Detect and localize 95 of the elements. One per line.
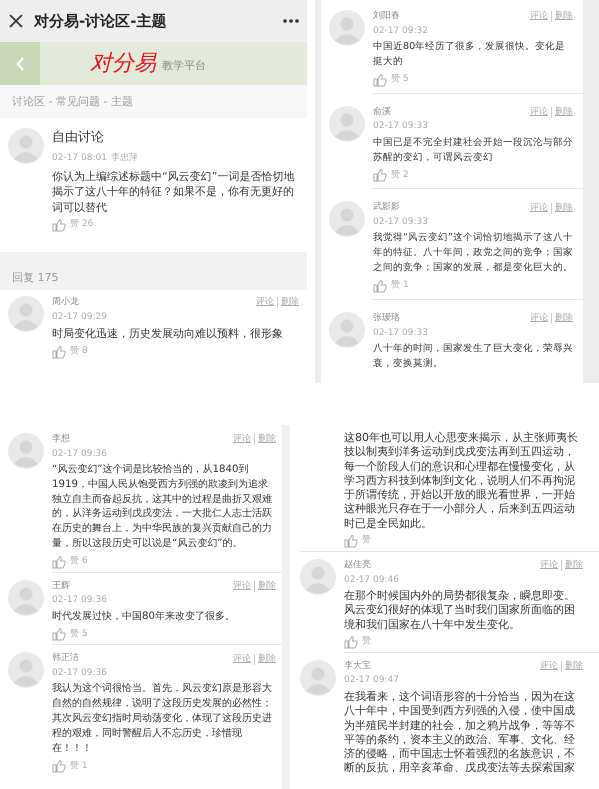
delete-link[interactable]: 删除 (551, 107, 573, 118)
commenter-name: 武影影 (373, 201, 400, 214)
comment-link[interactable]: 评论 (253, 297, 277, 308)
logo-subtitle: 教学平台 (162, 58, 206, 74)
like-count[interactable]: 赞 8 (70, 345, 88, 359)
more-icon[interactable] (283, 19, 299, 23)
comment-link[interactable]: 评论 (527, 107, 551, 118)
commenter-name: 赵佳亮 (344, 559, 371, 572)
avatar (329, 106, 365, 142)
avatar (300, 559, 336, 596)
avatar (300, 660, 336, 696)
comment-time: 02-17 09:47 (344, 674, 400, 688)
avatar (329, 10, 365, 46)
topic-time: 02-17 08:01 (52, 152, 107, 164)
delete-link[interactable]: 删除 (254, 654, 276, 665)
comment-link[interactable]: 评论 (527, 11, 551, 22)
delete-link[interactable]: 删除 (551, 202, 573, 214)
comment-text: 八十年的时间，国家发生了巨大变化，荣辱兴衰，变换莫测。 (373, 342, 573, 371)
comment-time: 02-17 09:33 (373, 216, 429, 229)
comment-link[interactable]: 评论 (230, 581, 254, 592)
topic-text: 你认为上编综述标题中“风云变幻”一词是否恰切地揭示了这八十年的特征？如果不是，你有无更好的词可以替代 (52, 169, 295, 216)
thumbs-up-icon[interactable] (52, 759, 66, 774)
comment-text: 在我看来，这个词语形容的十分恰当，因为在这八十年中，中国受到西方列强的入侵，使中国成为半殖民半封建的社会，加之鸦片战争，等等不平等的条约，资本主义的政治、军事、文化、经济的侵略，而中国志士怀着强烈的名族意识，不断的反抗，用辛亥革命、戊戌变法等去探索国家 (344, 690, 576, 776)
comment-time: 02-17 09:33 (373, 120, 429, 134)
delete-link[interactable]: 删除 (561, 560, 583, 572)
thumbs-up-icon[interactable] (52, 627, 66, 642)
avatar (329, 312, 365, 348)
comment-time: 02-17 09:32 (373, 24, 429, 38)
avatar (8, 433, 44, 469)
avatar (8, 296, 44, 332)
thumbs-up-icon[interactable] (344, 634, 358, 649)
comment-text: 中国近80年经历了很多，发展很快。变化是挺大的 (373, 40, 566, 69)
thumbs-up-icon[interactable] (373, 72, 387, 87)
thumbs-up-icon[interactable] (373, 168, 387, 182)
like-count[interactable]: 赞 5 (391, 72, 409, 86)
delete-link[interactable]: 删除 (277, 297, 299, 308)
thumbs-up-icon[interactable] (373, 279, 387, 294)
delete-link[interactable]: 删除 (254, 434, 276, 446)
back-button[interactable] (0, 42, 40, 85)
thumbs-up-icon[interactable] (52, 344, 66, 359)
delete-link[interactable]: 删除 (254, 581, 276, 592)
delete-link[interactable]: 删除 (551, 313, 573, 324)
comment-link[interactable]: 评论 (230, 434, 254, 446)
comment-link[interactable]: 评论 (527, 202, 551, 214)
comment-text: 我觉得“风云变幻”这个词恰切地揭示了这八十年的特征。八十年间，政党之间的竞争；国家之间的竞争；国家的发展，都是变化巨大的。 (373, 231, 573, 276)
like-count[interactable]: 赞 (362, 534, 371, 548)
avatar (329, 201, 365, 238)
comment-text: 这80年也可以用人心思变来揭示，从主张师夷长技以制夷到洋务运动到戊戌变法再到五四运动，每一个阶段人们的意识和心理都在慢慢变化，从学习西方科技到体制到文化，说明人们不再拘泥于所谓传统，开始以开放的眼光看世界，一开始这种眼光只存在于一小部分人，后来到五四运动时已是全民如此。 (344, 431, 579, 532)
commenter-name: 周小龙 (52, 296, 79, 309)
comment-text: 我认为这个词很恰当。首先，风云变幻原是形容大自然的自然规律，说明了这段历史发展的必然性；其次风云变幻指时局动荡变化，体现了这段历史进程的艰难，同时警醒后人不忘历史，珍惜现在！！！ (52, 682, 273, 756)
logo: 对分易 (90, 50, 156, 78)
like-count[interactable]: 赞 (362, 635, 371, 649)
breadcrumb: 讨论区 - 常见问题 - 主题 (0, 85, 307, 118)
thumbs-up-icon[interactable] (344, 534, 358, 548)
comment-time: 02-17 09:36 (52, 594, 108, 608)
commenter-name: 张瑷珞 (373, 312, 400, 326)
like-count[interactable]: 赞 6 (70, 554, 88, 568)
commenter-name: 李想 (52, 433, 70, 446)
like-count[interactable]: 赞 1 (70, 760, 88, 774)
commenter-name: 王辉 (52, 580, 70, 593)
like-count[interactable]: 赞 26 (70, 218, 94, 232)
commenter-name: 李大宝 (344, 660, 371, 673)
comment-link[interactable]: 评论 (230, 654, 254, 665)
comment-time: 02-17 09:36 (52, 448, 108, 460)
comment-time: 02-17 09:46 (344, 574, 400, 587)
commenter-name: 韩正洁 (52, 652, 79, 666)
delete-link[interactable]: 删除 (551, 11, 573, 22)
comment-text: “风云变幻”这个词是比较恰当的，从1840到1919，中国人民从饱受西方列强的欺凌到为追求独立自主而奋起反抗，这其中的过程是曲折又艰难的，从洋务运动到戊戌变法，一大批仁人志士活跃在历史的舞台上，为中华民族的复兴贡献自己的力量，所以这段历史可以说是“风云变幻”的。 (52, 463, 273, 551)
comment-text: 时局变化迅速，历史发展动向难以预料，很形象 (52, 326, 284, 342)
commenter-name: 刘阳春 (373, 10, 400, 23)
avatar (8, 580, 44, 616)
comment-link[interactable]: 评论 (537, 560, 561, 572)
delete-link[interactable]: 删除 (561, 661, 583, 672)
avatar (8, 128, 44, 164)
thumbs-up-icon[interactable] (52, 554, 66, 569)
avatar (8, 652, 44, 688)
reply-count: 回复 175 (0, 252, 307, 290)
topic-author: 李忠萍 (110, 152, 138, 164)
like-count[interactable]: 赞 1 (391, 279, 409, 293)
like-count[interactable]: 赞 2 (391, 168, 409, 182)
close-icon[interactable] (8, 13, 24, 29)
comment-time: 02-17 09:36 (52, 666, 108, 680)
thumbs-up-icon[interactable] (52, 218, 66, 232)
commenter-name: 俞溪 (373, 106, 391, 119)
comment-link[interactable]: 评论 (527, 313, 551, 324)
like-count[interactable]: 赞 5 (70, 628, 88, 642)
comment-text: 在那个时候国内外的局势都很复杂，瞬息即变。风云变幻很好的体现了当时我们国家所面临的困境和我们国家在八十年中发生变化。 (344, 589, 576, 632)
back-icon (15, 56, 25, 72)
comment-time: 02-17 09:33 (373, 326, 429, 340)
comment-text: 时代发展过快，中国80年来改变了很多。 (52, 610, 236, 624)
comment-link[interactable]: 评论 (537, 661, 561, 672)
topic-title: 自由讨论 (52, 129, 105, 147)
page-title: 对分易-讨论区-主题 (34, 10, 168, 32)
comment-time: 02-17 09:29 (52, 310, 108, 324)
comment-text: 中国已是不完全封建社会开始一段沉沦与部分苏醒的变幻，可谓风云变幻 (373, 136, 573, 165)
